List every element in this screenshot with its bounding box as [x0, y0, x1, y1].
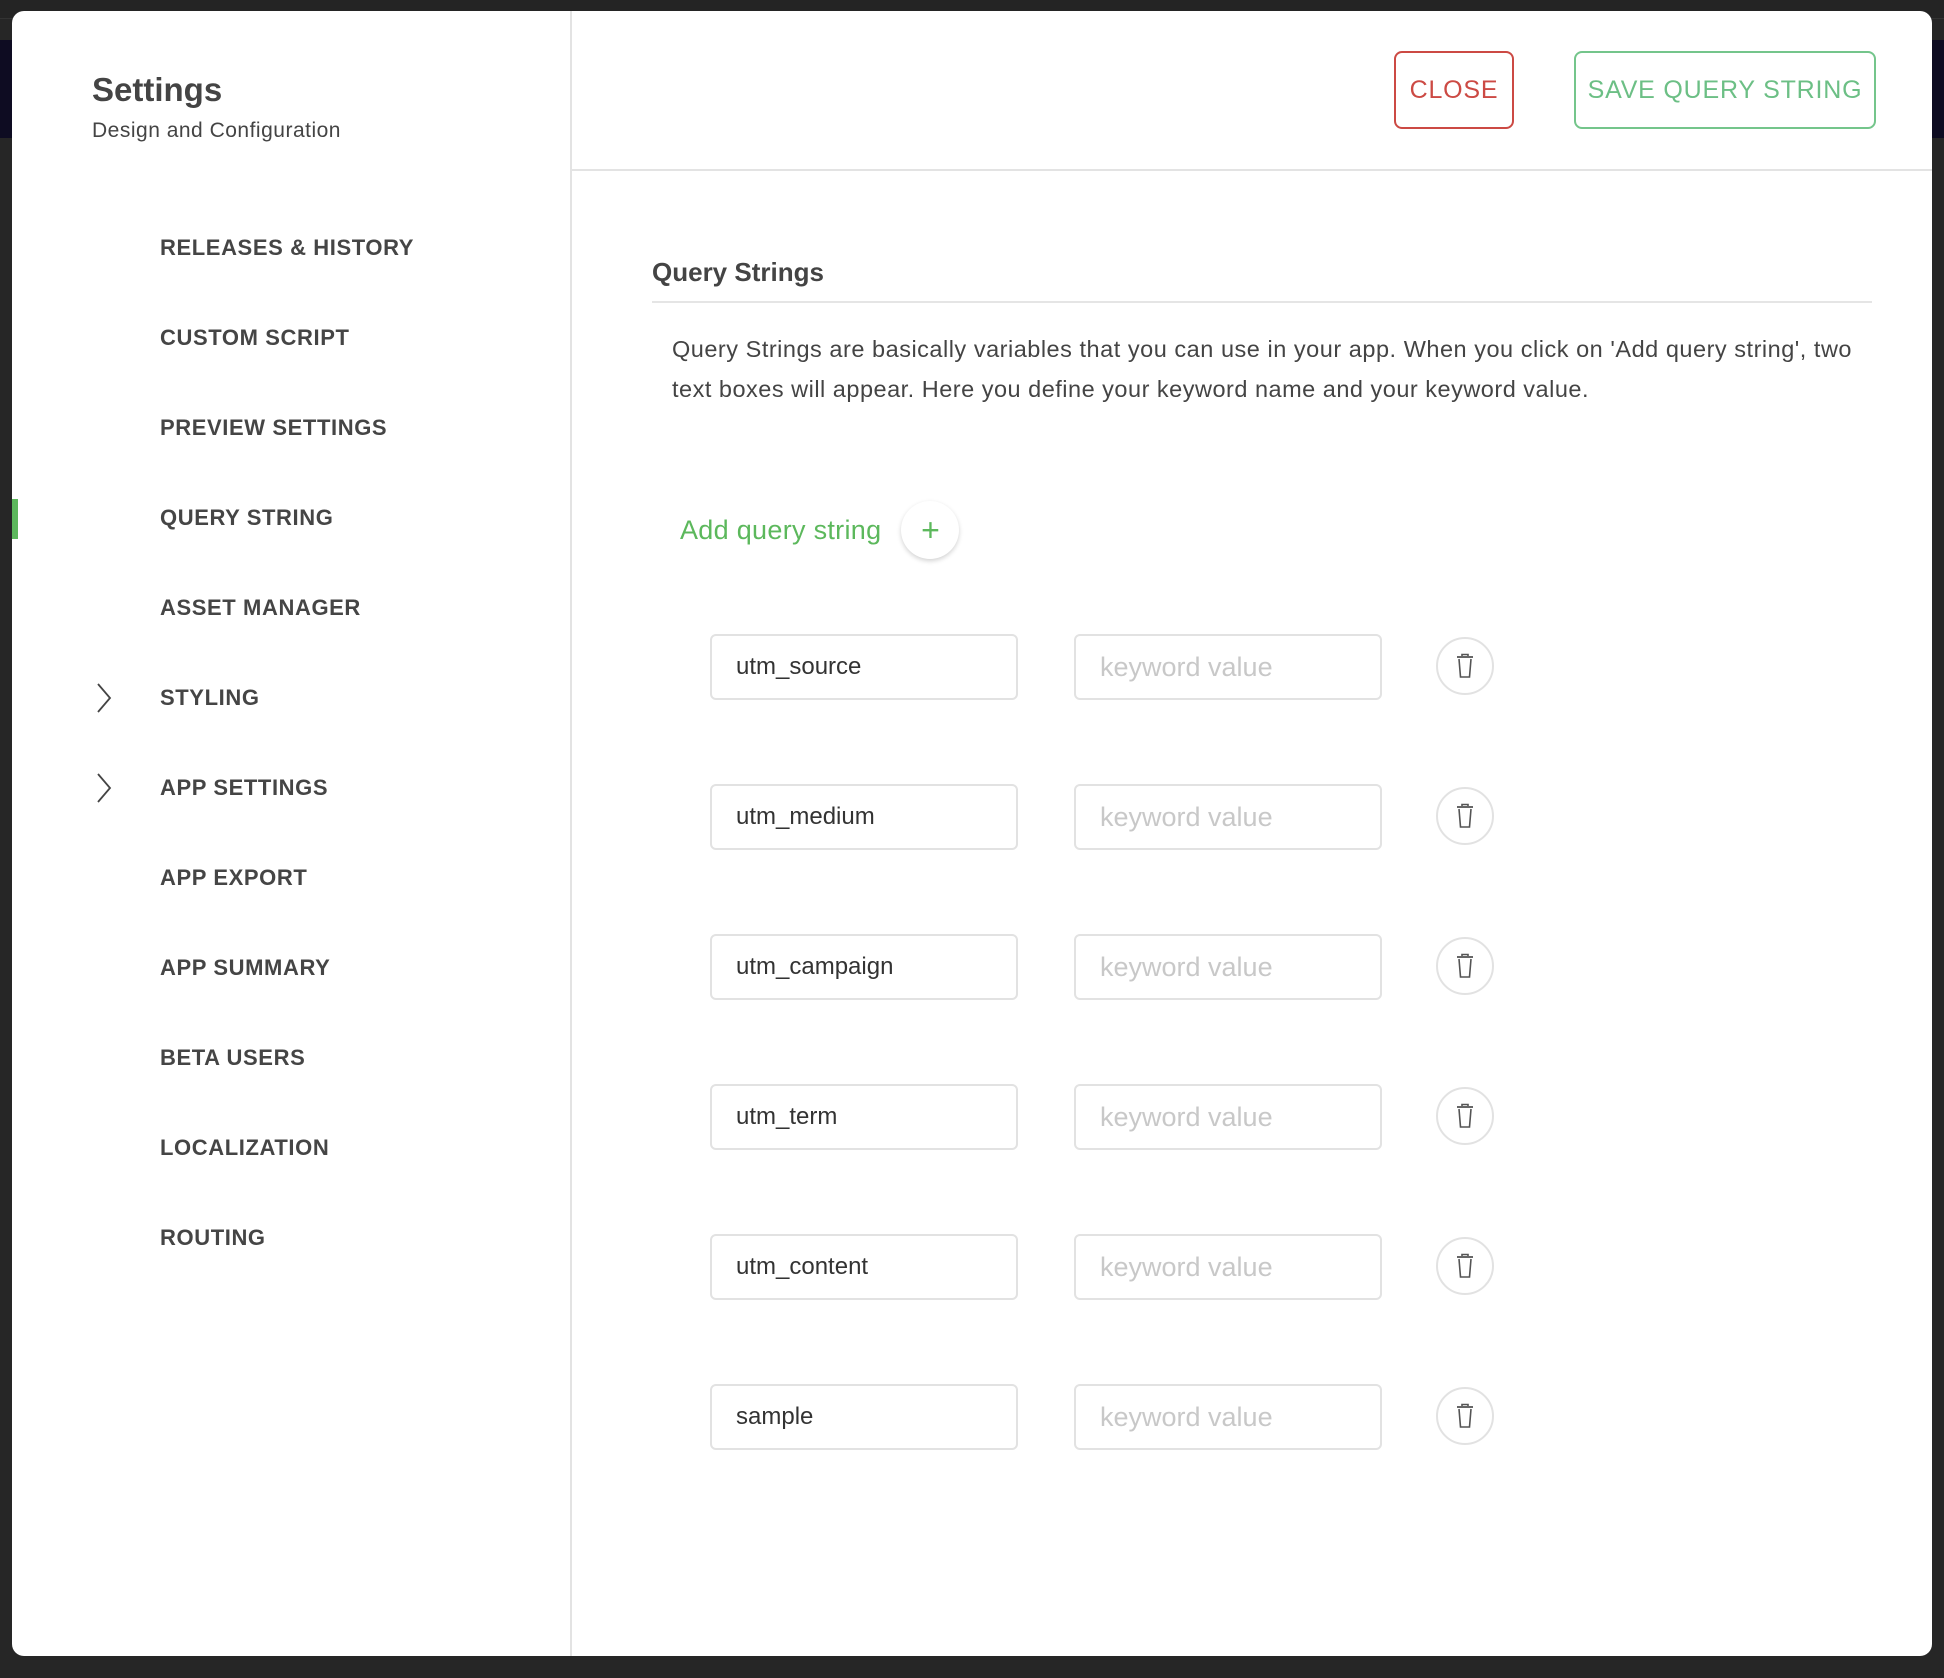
section-title: Query Strings: [652, 257, 824, 287]
sidebar-item-custom-script[interactable]: CUSTOM SCRIPT: [12, 293, 570, 383]
sidebar-item-preview-settings[interactable]: PREVIEW SETTINGS: [12, 383, 570, 473]
section-divider: [652, 301, 1872, 303]
sidebar-item-label: QUERY STRING: [160, 505, 334, 530]
sidebar-item-label: ROUTING: [160, 1225, 266, 1250]
delete-query-string-button[interactable]: [1436, 1087, 1494, 1145]
trash-icon: [1457, 1103, 1473, 1128]
keyword-name-input[interactable]: [710, 1234, 1018, 1300]
keyword-value-input[interactable]: [1074, 1234, 1382, 1300]
settings-sidebar: Settings Design and Configuration RELEAS…: [12, 11, 572, 1656]
keyword-value-input[interactable]: [1074, 1084, 1382, 1150]
sidebar-item-label: STYLING: [160, 685, 260, 710]
sidebar-item-query-string[interactable]: QUERY STRING: [12, 473, 570, 563]
sidebar-item-localization[interactable]: LOCALIZATION: [12, 1103, 570, 1193]
keyword-name-input[interactable]: [710, 934, 1018, 1000]
keyword-value-input[interactable]: [1074, 934, 1382, 1000]
sidebar-item-label: LOCALIZATION: [160, 1135, 330, 1160]
plus-icon: +: [921, 511, 940, 548]
chevron-right-icon[interactable]: [96, 772, 112, 804]
add-query-string-link[interactable]: Add query string: [680, 515, 881, 546]
sidebar-subtitle: Design and Configuration: [92, 119, 341, 142]
sidebar-item-app-settings[interactable]: APP SETTINGS: [12, 743, 570, 833]
close-button[interactable]: CLOSE: [1394, 51, 1514, 129]
delete-query-string-button[interactable]: [1436, 1387, 1494, 1445]
sidebar-item-label: PREVIEW SETTINGS: [160, 415, 388, 440]
keyword-value-input[interactable]: [1074, 784, 1382, 850]
delete-query-string-button[interactable]: [1436, 937, 1494, 995]
trash-icon: [1457, 803, 1473, 828]
sidebar-item-beta-users[interactable]: BETA USERS: [12, 1013, 570, 1103]
sidebar-item-label: RELEASES & HISTORY: [160, 235, 415, 260]
sidebar-item-label: BETA USERS: [160, 1045, 306, 1070]
keyword-name-input[interactable]: [710, 1384, 1018, 1450]
add-query-string-row: Add query string +: [680, 501, 960, 559]
sidebar-item-app-export[interactable]: APP EXPORT: [12, 833, 570, 923]
sidebar-item-label: APP SETTINGS: [160, 775, 329, 800]
settings-main: CLOSE SAVE QUERY STRING Query Strings Qu…: [572, 11, 1932, 1656]
section-description: Query Strings are basically variables th…: [672, 336, 1852, 402]
keyword-name-input[interactable]: [710, 634, 1018, 700]
sidebar-item-styling[interactable]: STYLING: [12, 653, 570, 743]
sidebar-item-routing[interactable]: ROUTING: [12, 1193, 570, 1283]
sidebar-item-label: CUSTOM SCRIPT: [160, 325, 350, 350]
sidebar-item-label: ASSET MANAGER: [160, 595, 361, 620]
sidebar-item-asset-manager[interactable]: ASSET MANAGER: [12, 563, 570, 653]
settings-nav: RELEASES & HISTORY CUSTOM SCRIPT PREVIEW S…: [12, 203, 570, 1283]
delete-query-string-button[interactable]: [1436, 1237, 1494, 1295]
delete-query-string-button[interactable]: [1436, 637, 1494, 695]
add-query-string-button[interactable]: +: [901, 501, 960, 559]
keyword-value-input[interactable]: [1074, 634, 1382, 700]
settings-modal: Settings Design and Configuration RELEAS…: [12, 11, 1932, 1656]
save-query-string-button[interactable]: SAVE QUERY STRING: [1574, 51, 1876, 129]
chevron-right-icon[interactable]: [96, 682, 112, 714]
sidebar-item-releases-history[interactable]: RELEASES & HISTORY: [12, 203, 570, 293]
delete-query-string-button[interactable]: [1436, 787, 1494, 845]
trash-icon: [1457, 953, 1473, 978]
trash-icon: [1457, 653, 1473, 678]
sidebar-item-label: APP SUMMARY: [160, 955, 331, 980]
keyword-value-input[interactable]: [1074, 1384, 1382, 1450]
modal-header: CLOSE SAVE QUERY STRING: [572, 11, 1932, 171]
sidebar-item-label: APP EXPORT: [160, 865, 308, 890]
sidebar-title: Settings: [92, 71, 223, 108]
trash-icon: [1457, 1253, 1473, 1278]
trash-icon: [1457, 1403, 1473, 1428]
keyword-name-input[interactable]: [710, 784, 1018, 850]
keyword-name-input[interactable]: [710, 1084, 1018, 1150]
sidebar-item-app-summary[interactable]: APP SUMMARY: [12, 923, 570, 1013]
